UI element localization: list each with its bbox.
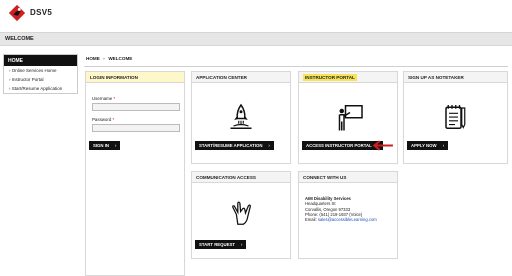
contact-card: CONNECT WITH US AIM Disability Services …: [298, 171, 398, 259]
sign-in-button[interactable]: SIGN IN ›: [89, 141, 121, 150]
login-card-title: LOGIN INFORMATION: [86, 72, 184, 83]
chevron-right-icon: ›: [115, 143, 117, 148]
password-label: Password *: [92, 117, 114, 122]
communication-access-card: COMMUNICATION ACCESS START REQUEST ›: [191, 171, 291, 259]
page-title: WELCOME: [5, 36, 34, 42]
required-mark: *: [113, 96, 116, 101]
rocket-icon: [230, 103, 252, 129]
sign-language-hand-icon: [232, 201, 252, 225]
sidebar-item-instructor-portal[interactable]: Instructor Portal: [4, 75, 77, 84]
start-resume-application-label: START/RESUME APPLICATION: [199, 143, 263, 148]
application-center-card: APPLICATION CENTER START/RESUME APPLICAT…: [191, 71, 291, 164]
contact-email-row: Email: sales@accessibleLearning.com: [305, 217, 377, 222]
start-resume-application-button[interactable]: START/RESUME APPLICATION ›: [195, 141, 274, 150]
access-instructor-portal-button[interactable]: ACCESS INSTRUCTOR PORTAL›: [302, 141, 384, 150]
breadcrumb-current: WELCOME: [108, 56, 133, 61]
sidebar-heading-home[interactable]: HOME: [4, 55, 77, 66]
red-arrow-annotation-icon: [372, 140, 393, 151]
sidebar: HOME Online Services Home Instructor Por…: [3, 54, 78, 94]
breadcrumb: HOME» WELCOME: [86, 56, 132, 64]
brand-name: DSV5: [30, 8, 53, 17]
instructor-portal-title-text: INSTRUCTOR PORTAL: [303, 74, 357, 81]
contact-email-link[interactable]: sales@accessibleLearning.com: [318, 217, 377, 222]
teacher-board-icon: [338, 105, 363, 131]
access-instructor-portal-label: ACCESS INSTRUCTOR PORTAL: [306, 143, 372, 148]
login-card: LOGIN INFORMATION Username * Password * …: [85, 71, 185, 276]
notetaker-title: SIGN UP AS NOTETAKER: [404, 72, 507, 83]
sign-in-button-label: SIGN IN: [93, 143, 109, 148]
top-bar: DSV5: [0, 0, 512, 28]
start-request-button[interactable]: START REQUEST ›: [195, 240, 247, 249]
breadcrumb-home-link[interactable]: HOME: [86, 56, 100, 61]
sidebar-item-online-services-home[interactable]: Online Services Home: [4, 66, 77, 75]
username-label: Username *: [92, 96, 115, 101]
instructor-portal-title: INSTRUCTOR PORTAL: [299, 72, 397, 83]
username-input[interactable]: [92, 103, 180, 111]
notepad-pen-icon: [445, 105, 466, 129]
apply-now-button[interactable]: APPLY NOW ›: [407, 141, 448, 150]
chevron-right-icon: ›: [442, 143, 444, 148]
breadcrumb-divider: [84, 66, 508, 67]
chevron-right-icon: ›: [240, 242, 243, 247]
application-center-title: APPLICATION CENTER: [192, 72, 290, 83]
contact-email-label: Email:: [305, 217, 317, 223]
required-mark: *: [112, 117, 115, 122]
apply-now-label: APPLY NOW: [411, 143, 437, 148]
notetaker-card: SIGN UP AS NOTETAKER APPLY NOW ›: [403, 71, 508, 164]
password-label-text: Password: [92, 117, 112, 122]
dsv5-logo-icon[interactable]: [8, 4, 26, 22]
contact-details: AIM Disability Services Headquarters St …: [305, 196, 377, 222]
password-input[interactable]: [92, 124, 180, 132]
breadcrumb-separator: »: [102, 56, 106, 61]
page-title-bar: WELCOME: [0, 32, 512, 46]
communication-access-title: COMMUNICATION ACCESS: [192, 172, 290, 183]
sidebar-item-start-resume-application[interactable]: Start/Resume Application: [4, 84, 77, 93]
start-request-label: START REQUEST: [199, 242, 235, 247]
contact-title: CONNECT WITH US: [299, 172, 397, 183]
username-label-text: Username: [92, 96, 113, 101]
chevron-right-icon: ›: [268, 143, 270, 148]
